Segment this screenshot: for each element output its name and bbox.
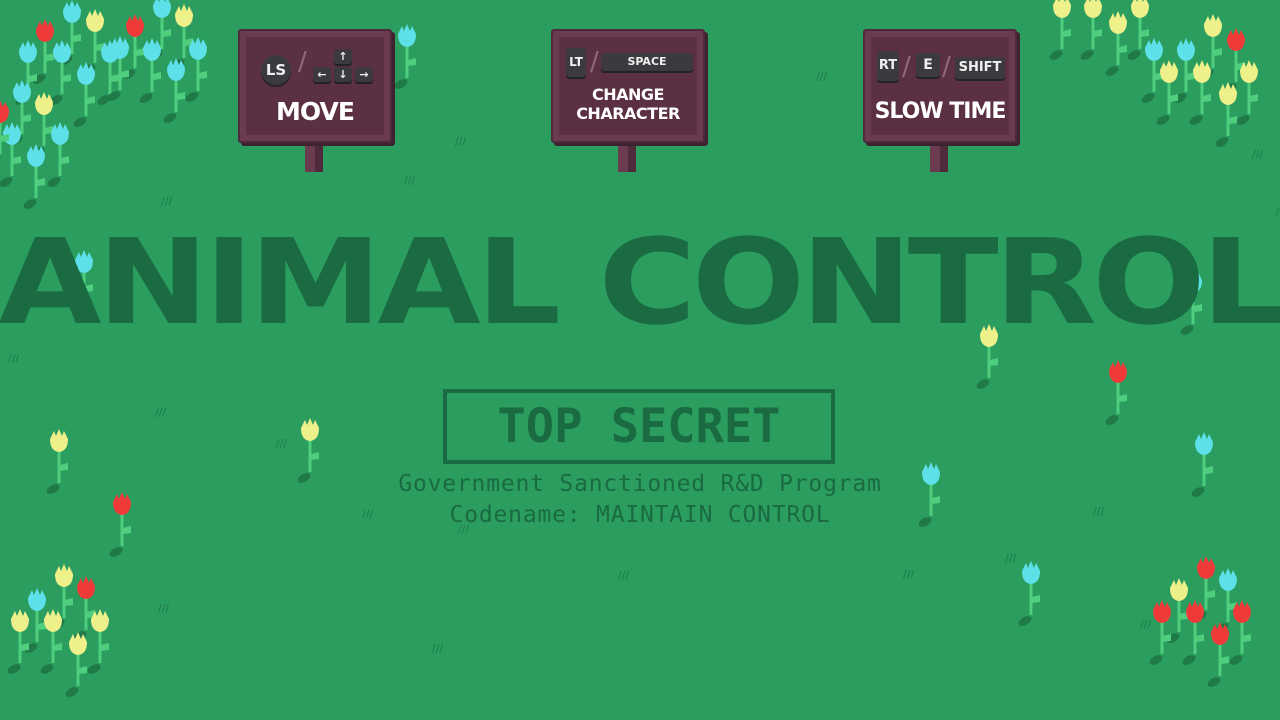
tulip-flower-icon	[1215, 82, 1237, 147]
grass-tuft-icon: ///	[1252, 148, 1263, 161]
tulip-flower-icon	[171, 4, 193, 69]
tulip-flower-icon	[394, 24, 416, 89]
left-trigger-key: LT	[566, 48, 586, 77]
sign-board: LT / SPACE CHANGE CHARACTER	[551, 29, 705, 143]
tulip-flower-icon	[7, 609, 29, 674]
sign-action-line: CHARACTER	[576, 104, 680, 123]
top-secret-stamp: TOP SECRET	[443, 389, 835, 464]
left-stick-key: LS	[261, 55, 291, 85]
grass-tuft-icon: ///	[404, 174, 415, 187]
tulip-flower-icon	[139, 38, 161, 103]
grass-tuft-icon: ///	[155, 406, 166, 419]
sign-post-shadow	[628, 140, 636, 172]
sign-action-label: CHANGE CHARACTER	[553, 85, 703, 123]
sign-post	[305, 140, 315, 172]
sign-post	[618, 140, 628, 172]
arrow-right-key: →	[355, 67, 373, 82]
grass-tuft-icon: ///	[1140, 618, 1151, 631]
tulip-flower-icon	[73, 576, 95, 641]
grass-tuft-icon: ///	[903, 568, 914, 581]
sign-key-row: LS / ↑ ← ↓ →	[240, 45, 390, 85]
tulip-flower-icon	[1223, 28, 1245, 93]
grass-tuft-icon: ///	[816, 70, 827, 83]
stamp-label: TOP SECRET	[497, 399, 781, 454]
space-key: SPACE	[601, 53, 693, 71]
game-title: ANIMAL CONTROL	[0, 213, 1280, 351]
tulip-flower-icon	[163, 58, 185, 123]
tulip-flower-icon	[73, 62, 95, 127]
tulip-flower-icon	[0, 122, 21, 187]
sign-action-label: MOVE	[276, 97, 355, 126]
key-separator: /	[590, 47, 599, 77]
shift-key: SHIFT	[955, 57, 1005, 79]
tulip-flower-icon	[1156, 60, 1178, 125]
tulip-flower-icon	[49, 40, 71, 105]
key-separator: /	[942, 52, 951, 82]
sign-board: LS / ↑ ← ↓ → MOVE	[238, 29, 392, 143]
grass-tuft-icon: ///	[618, 569, 629, 582]
tulip-flower-icon	[40, 609, 62, 674]
key-separator: /	[902, 52, 911, 82]
tulip-flower-icon	[1207, 622, 1229, 687]
arrow-up-key: ↑	[334, 49, 352, 64]
grass-tuft-icon: ///	[8, 352, 19, 365]
grass-tuft-icon: ///	[455, 135, 466, 148]
game-scene: ////////////////////////////////////////…	[0, 0, 1280, 720]
sign-key-row: RT / E / SHIFT	[865, 45, 1015, 82]
sign-post-shadow	[315, 140, 323, 172]
program-codename: Codename: MAINTAIN CONTROL	[449, 502, 831, 528]
sign-action-line: CHANGE	[592, 85, 664, 104]
grass-tuft-icon: ///	[432, 642, 443, 655]
sign-key-row: LT / SPACE	[553, 45, 703, 81]
e-key: E	[916, 53, 940, 77]
move-control-sign: LS / ↑ ← ↓ → MOVE	[238, 29, 392, 175]
tulip-flower-icon	[1105, 11, 1127, 76]
tulip-flower-icon	[1215, 568, 1237, 633]
sign-action-label: SLOW TIME	[874, 99, 1007, 124]
grass-tuft-icon: ///	[276, 437, 287, 450]
sign-post	[930, 140, 940, 172]
tulip-flower-icon	[1182, 600, 1204, 665]
tulip-flower-icon	[1189, 60, 1211, 125]
arrow-left-key: ←	[313, 67, 331, 82]
tulip-flower-icon	[1018, 561, 1040, 626]
grass-tuft-icon: ///	[1005, 552, 1016, 565]
sign-board: RT / E / SHIFT SLOW TIME	[863, 29, 1017, 143]
grass-tuft-icon: ///	[161, 195, 172, 208]
key-separator: /	[298, 47, 307, 77]
right-trigger-key: RT	[877, 51, 899, 81]
sign-post-shadow	[940, 140, 948, 172]
tulip-flower-icon	[1105, 360, 1127, 425]
change-character-control-sign: LT / SPACE CHANGE CHARACTER	[551, 29, 705, 175]
grass-tuft-icon: ///	[158, 602, 169, 615]
program-description: Government Sanctioned R&D Program	[398, 471, 882, 497]
tulip-flower-icon	[1080, 0, 1102, 60]
slow-time-control-sign: RT / E / SHIFT SLOW TIME	[863, 29, 1017, 175]
arrow-down-key: ↓	[334, 67, 352, 82]
tulip-flower-icon	[185, 37, 207, 102]
tulip-flower-icon	[1236, 60, 1258, 125]
tulip-flower-icon	[1149, 600, 1171, 665]
tulip-flower-icon	[65, 632, 87, 697]
tulip-flower-icon	[23, 144, 45, 209]
tulip-flower-icon	[1229, 600, 1251, 665]
tulip-flower-icon	[1141, 38, 1163, 103]
tulip-flower-icon	[1049, 0, 1071, 60]
tulip-flower-icon	[87, 609, 109, 674]
